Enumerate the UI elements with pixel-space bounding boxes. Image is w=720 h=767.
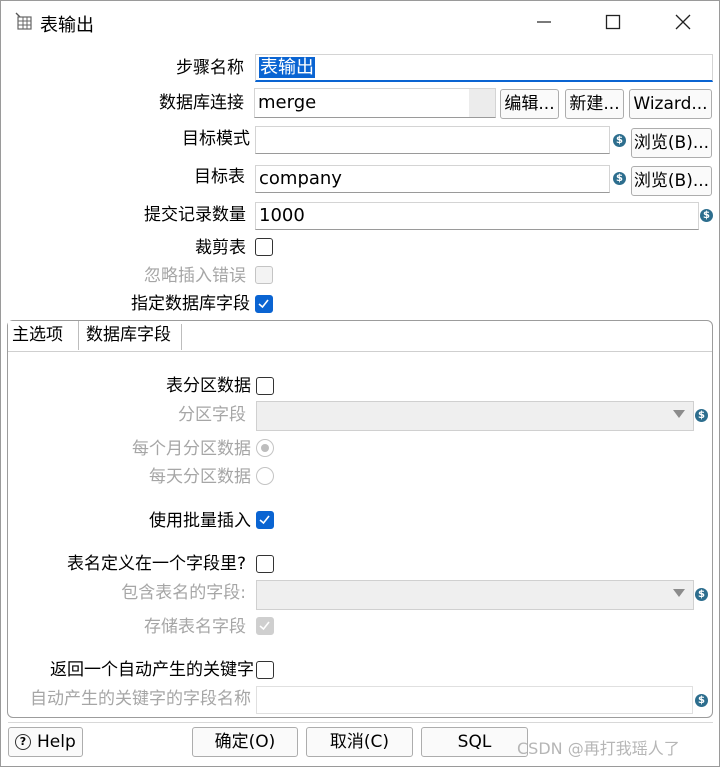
db-connection-select[interactable]: merge xyxy=(254,88,496,118)
target-schema-label: 目标模式 xyxy=(182,129,250,149)
target-table-label: 目标表 xyxy=(194,167,245,187)
truncate-table-checkbox[interactable] xyxy=(255,238,273,256)
check-icon xyxy=(258,299,269,309)
specify-db-fields-label: 指定数据库字段 xyxy=(131,294,250,314)
minimize-icon xyxy=(537,21,551,23)
variable-icon: $ xyxy=(613,134,626,147)
variable-icon: $ xyxy=(695,588,708,601)
variable-icon: $ xyxy=(700,209,713,222)
db-connection-dropdown[interactable] xyxy=(469,89,495,117)
return-generated-key-checkbox[interactable] xyxy=(256,661,274,679)
check-icon xyxy=(259,515,270,525)
partition-field-label: 分区字段 xyxy=(178,405,246,425)
partition-monthly-radio[interactable] xyxy=(256,439,274,457)
ok-button[interactable]: 确定(O) xyxy=(192,727,298,757)
sql-button[interactable]: SQL xyxy=(421,727,528,757)
target-table-input[interactable]: company xyxy=(255,165,610,193)
browse-schema-button[interactable]: 浏览(B)... xyxy=(631,128,712,158)
commit-size-input[interactable]: 1000 xyxy=(255,202,699,230)
cancel-button[interactable]: 取消(C) xyxy=(306,727,413,757)
db-connection-label: 数据库连接 xyxy=(159,93,244,113)
browse-table-button[interactable]: 浏览(B)... xyxy=(631,166,712,196)
title-bar: 表输出 xyxy=(0,0,720,44)
ignore-insert-errors-label: 忽略插入错误 xyxy=(144,266,246,286)
tab-main-options[interactable]: 主选项 xyxy=(8,321,79,350)
generated-key-field-label: 自动产生的关键字的字段名称 xyxy=(30,689,251,709)
return-generated-key-label: 返回一个自动产生的关键字 xyxy=(50,660,254,680)
partition-monthly-label: 每个月分区数据 xyxy=(132,439,251,459)
table-output-icon xyxy=(14,12,34,37)
partition-daily-label: 每天分区数据 xyxy=(149,467,251,487)
step-name-input[interactable]: 表输出 xyxy=(255,54,713,82)
edit-connection-button[interactable]: 编辑... xyxy=(500,89,559,119)
chevron-down-icon xyxy=(673,589,685,597)
close-button[interactable] xyxy=(663,8,703,36)
commit-size-label: 提交记录数量 xyxy=(144,205,246,225)
tab-divider xyxy=(181,324,182,350)
close-icon xyxy=(675,14,691,30)
help-icon: ? xyxy=(15,734,31,750)
variable-icon: $ xyxy=(695,409,708,422)
store-tablename-field-checkbox[interactable] xyxy=(256,617,274,635)
ignore-insert-errors-checkbox[interactable] xyxy=(255,266,273,284)
tablename-in-field-label: 表名定义在一个字段里? xyxy=(66,554,246,574)
partition-daily-radio[interactable] xyxy=(256,467,274,485)
footer-divider xyxy=(8,722,713,723)
wizard-button[interactable]: Wizard... xyxy=(629,89,712,119)
target-schema-input[interactable] xyxy=(255,126,610,154)
chevron-down-icon xyxy=(673,410,685,418)
tablename-field-select[interactable] xyxy=(256,580,694,610)
truncate-table-label: 裁剪表 xyxy=(195,238,246,258)
specify-db-fields-checkbox[interactable] xyxy=(255,295,273,313)
check-icon xyxy=(259,621,270,631)
maximize-icon xyxy=(605,14,621,30)
generated-key-field-input[interactable] xyxy=(256,686,693,714)
table-partition-label: 表分区数据 xyxy=(166,376,251,396)
store-tablename-field-label: 存储表名字段 xyxy=(144,617,246,637)
partition-field-select[interactable] xyxy=(256,401,694,431)
tab-db-fields[interactable]: 数据库字段 xyxy=(82,321,182,350)
window-title: 表输出 xyxy=(40,15,94,36)
step-name-label: 步骤名称 xyxy=(176,58,244,78)
batch-insert-checkbox[interactable] xyxy=(256,511,274,529)
minimize-button[interactable] xyxy=(524,8,564,36)
tablename-in-field-checkbox[interactable] xyxy=(256,555,274,573)
new-connection-button[interactable]: 新建... xyxy=(565,89,624,119)
table-partition-checkbox[interactable] xyxy=(256,377,274,395)
help-button[interactable]: ? Help xyxy=(8,727,83,757)
maximize-button[interactable] xyxy=(593,8,633,36)
batch-insert-label: 使用批量插入 xyxy=(149,511,251,531)
tablename-field-label: 包含表名的字段: xyxy=(121,583,246,603)
variable-icon: $ xyxy=(613,172,626,185)
variable-icon: $ xyxy=(695,694,708,707)
watermark: CSDN @再打我瑶人了 xyxy=(517,739,680,758)
